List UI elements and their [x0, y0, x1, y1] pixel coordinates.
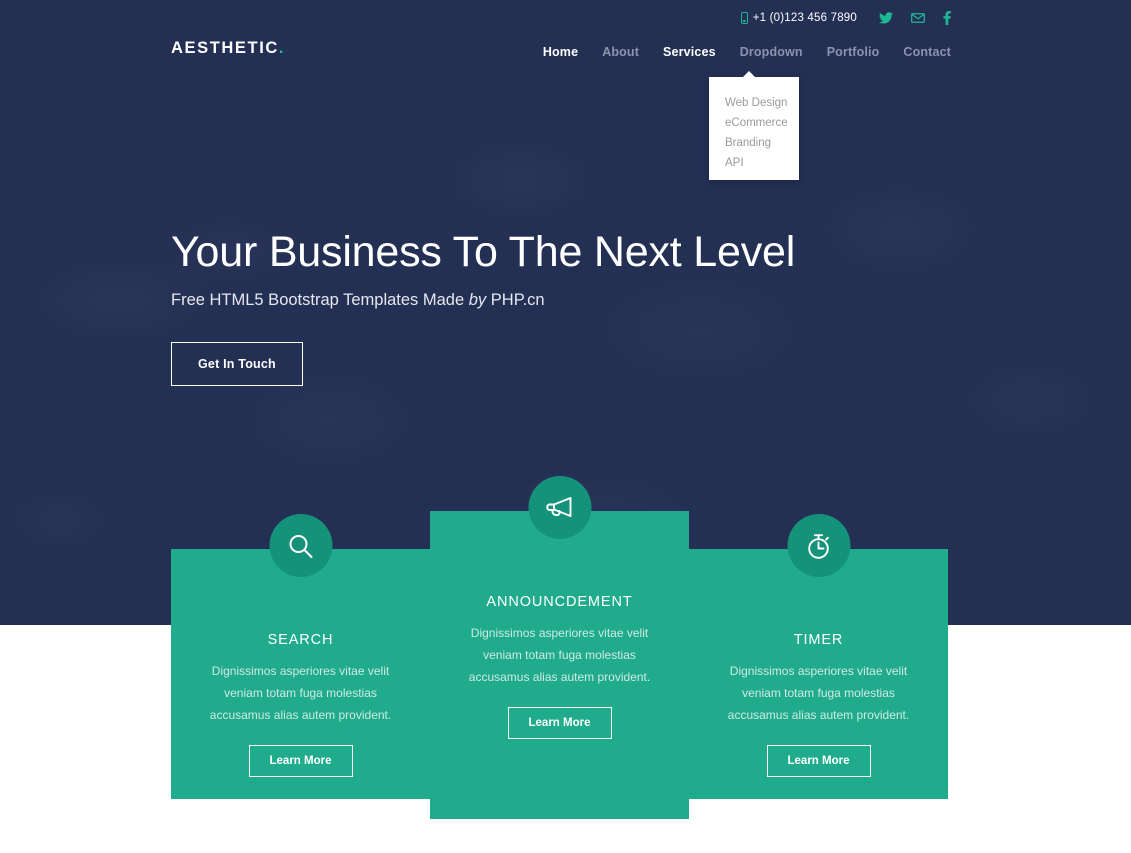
service-card-announcdement[interactable]: ANNOUNCDEMENT Dignissimos asperiores vit…	[430, 476, 689, 819]
phone-contact: +1 (0)123 456 7890	[740, 12, 857, 24]
main-navigation: Home About Services Dropdown Portfolio C…	[543, 45, 951, 59]
nav-item-dropdown[interactable]: Dropdown	[740, 45, 803, 59]
page-root: +1 (0)123 456 7890 AESTHETIC. Home About…	[0, 0, 1131, 853]
hero-subtitle-lead: Free HTML5 Bootstrap Templates Made	[171, 291, 469, 310]
nav-item-home[interactable]: Home	[543, 45, 578, 59]
nav-item-services[interactable]: Services	[663, 45, 716, 59]
get-in-touch-button[interactable]: Get In Touch	[171, 342, 303, 387]
learn-more-button[interactable]: Learn More	[507, 707, 612, 739]
nav-item-contact[interactable]: Contact	[903, 45, 951, 59]
site-logo[interactable]: AESTHETIC.	[171, 39, 285, 58]
dropdown-item-ecommerce[interactable]: eCommerce	[725, 113, 799, 133]
learn-more-button[interactable]: Learn More	[766, 745, 871, 777]
nav-item-portfolio[interactable]: Portfolio	[827, 45, 880, 59]
card-description: Dignissimos asperiores vitae velit venia…	[727, 664, 910, 722]
services-dropdown-menu: Web Design eCommerce Branding API	[709, 71, 799, 180]
card-body: SEARCH Dignissimos asperiores vitae veli…	[171, 549, 430, 777]
card-body: ANNOUNCDEMENT Dignissimos asperiores vit…	[430, 511, 689, 739]
dropdown-item-branding[interactable]: Branding	[725, 133, 799, 153]
site-header: AESTHETIC. Home About Services Dropdown …	[0, 36, 1131, 76]
dropdown-item-api[interactable]: API	[725, 153, 799, 173]
mobile-phone-icon	[740, 12, 748, 24]
logo-text: AESTHETIC	[171, 39, 279, 57]
dropdown-item-web-design[interactable]: Web Design	[725, 93, 799, 113]
service-card-search[interactable]: SEARCH Dignissimos asperiores vitae veli…	[171, 514, 430, 799]
card-title: SEARCH	[267, 632, 334, 648]
hero-title: Your Business To The Next Level	[171, 228, 796, 276]
card-description: Dignissimos asperiores vitae velit venia…	[209, 664, 392, 722]
hero-content: Your Business To The Next Level Free HTM…	[171, 228, 796, 387]
card-title: ANNOUNCDEMENT	[486, 594, 633, 610]
nav-item-about[interactable]: About	[602, 45, 639, 59]
email-icon[interactable]	[911, 13, 925, 23]
learn-more-button[interactable]: Learn More	[248, 745, 353, 777]
card-description: Dignissimos asperiores vitae velit venia…	[468, 626, 651, 684]
twitter-icon[interactable]	[879, 12, 893, 24]
search-icon	[269, 514, 332, 577]
social-links	[879, 11, 951, 25]
card-body: TIMER Dignissimos asperiores vitae velit…	[689, 549, 948, 777]
service-card-timer[interactable]: TIMER Dignissimos asperiores vitae velit…	[689, 514, 948, 799]
megaphone-icon	[528, 476, 591, 539]
hero-subtitle-tail: PHP.cn	[486, 291, 545, 310]
card-title: TIMER	[793, 632, 844, 648]
hero-subtitle-emphasis: by	[468, 291, 487, 310]
facebook-icon[interactable]	[943, 11, 951, 25]
phone-number: +1 (0)123 456 7890	[752, 12, 857, 24]
stopwatch-icon	[787, 514, 850, 577]
top-utility-bar: +1 (0)123 456 7890	[0, 0, 1131, 36]
logo-dot: .	[278, 39, 286, 57]
hero-subtitle: Free HTML5 Bootstrap Templates Made by P…	[171, 291, 795, 310]
